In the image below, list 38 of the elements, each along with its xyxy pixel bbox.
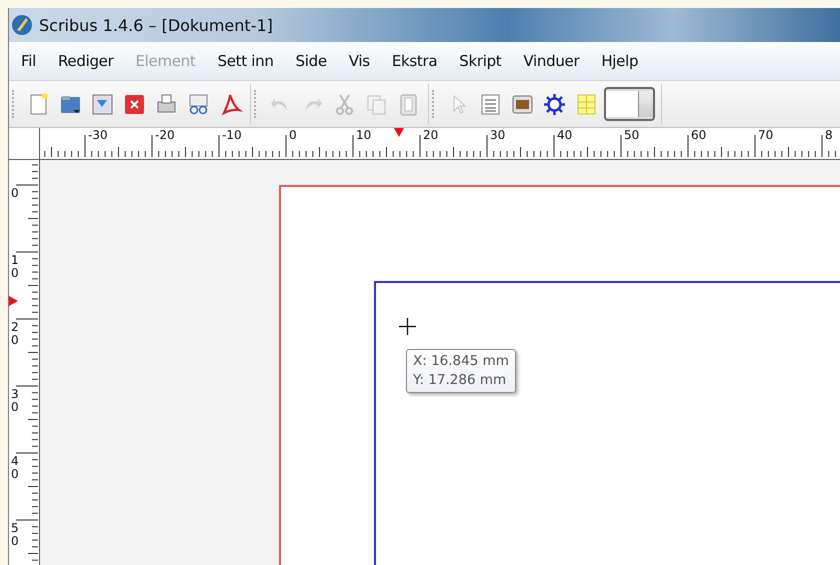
ruler-label: 20 (11, 321, 20, 346)
coordinate-text: X: 16.845 mm (413, 352, 509, 371)
toolbar-grip[interactable] (12, 90, 17, 118)
toolbar-grip[interactable] (254, 90, 259, 118)
ruler-label: 50 (11, 522, 20, 548)
ruler-label: 40 (557, 128, 572, 142)
ruler-label: 0 (289, 128, 297, 142)
ruler-label: 50 (624, 128, 640, 142)
menu-item[interactable]: Sett inn (205, 52, 284, 70)
gear-icon (542, 92, 566, 116)
menu-item[interactable]: Vis (336, 52, 380, 70)
ruler-label: -10 (222, 128, 242, 142)
save-icon (90, 92, 114, 116)
ruler-label: -20 (155, 128, 175, 142)
ruler-label: 10 (11, 254, 20, 280)
crosshair-cursor-icon (399, 318, 416, 335)
ruler-label: 10 (356, 128, 372, 142)
ruler-label: -30 (88, 128, 108, 142)
shape-dropdown-button[interactable] (604, 87, 655, 121)
window-title: Scribus 1.4.6 – [Dokument-1] (39, 16, 273, 34)
menu-item[interactable]: Rediger (46, 52, 124, 70)
ruler-label: 30 (11, 388, 20, 414)
ruler-label: 60 (691, 128, 706, 142)
ruler-label: 20 (423, 128, 438, 142)
ruler-label: 70 (758, 128, 774, 142)
menu-item[interactable]: Side (284, 52, 337, 70)
toolbar-grip[interactable] (432, 90, 437, 118)
menu-item[interactable]: Ekstra (380, 52, 448, 70)
ruler-label: 0 (11, 187, 20, 200)
menu-item[interactable]: Hjelp (589, 52, 648, 70)
menu-item[interactable]: Skript (447, 52, 512, 70)
ruler-label: 30 (490, 128, 506, 142)
ruler-label: 8 (825, 128, 833, 142)
ruler-label: 40 (11, 455, 20, 480)
menu-item[interactable]: Vinduer (511, 52, 590, 70)
app-logo-icon (11, 14, 33, 36)
coordinate-text: Y: 17.286 mm (413, 371, 508, 390)
menu-item[interactable]: Fil (9, 52, 46, 70)
